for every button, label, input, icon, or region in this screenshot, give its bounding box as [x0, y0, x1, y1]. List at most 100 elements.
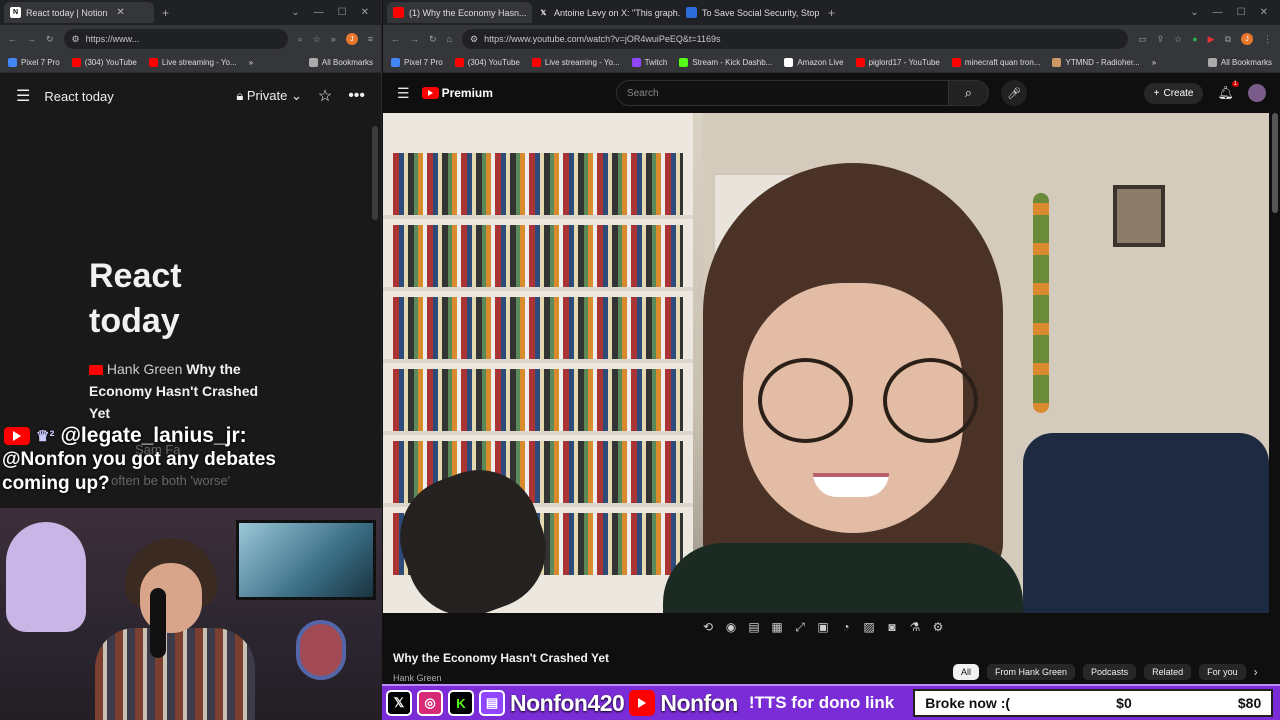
plush-toy-image — [6, 522, 86, 632]
scrollbar[interactable] — [372, 126, 378, 220]
bookmark-item[interactable]: (304) YouTube — [454, 58, 520, 67]
amazon-icon — [784, 58, 794, 67]
forward-icon[interactable]: → — [410, 34, 419, 44]
right-browser-window: (1) Why the Economy Hasn... ✕ 𝕏 Antoine … — [383, 0, 1280, 720]
extensions-icon[interactable]: » — [331, 34, 336, 44]
bookmarks-overflow-icon[interactable]: » — [1152, 58, 1156, 67]
sunflower-garland-image — [1033, 193, 1049, 413]
hamburger-icon[interactable]: ☰ — [16, 86, 30, 106]
chevron-right-icon[interactable]: › — [1254, 664, 1258, 680]
screenshot-icon[interactable]: ◙ — [885, 620, 899, 634]
resize-icon[interactable]: ⤢ — [793, 620, 807, 634]
close-tab-icon[interactable]: ✕ — [116, 7, 124, 18]
bookmark-item[interactable]: minecraft quan tron... — [951, 58, 1040, 67]
bookmark-item[interactable]: (304) YouTube — [71, 58, 137, 67]
profile-icon[interactable]: J — [1241, 33, 1253, 45]
notifications-button[interactable]: 🔔︎ 1 — [1217, 81, 1239, 101]
miniplayer-icon[interactable]: ▣ — [816, 620, 830, 634]
back-icon[interactable]: ← — [391, 34, 400, 44]
extension-icon[interactable]: ● — [1192, 34, 1197, 44]
all-bookmarks[interactable]: All Bookmarks — [1207, 58, 1272, 67]
tab-article[interactable]: To Save Social Security, Stop S... ✕ — [680, 2, 820, 23]
bookmark-star-icon[interactable]: ☆ — [313, 34, 321, 45]
chip-for-you[interactable]: For you — [1199, 664, 1246, 680]
bookmark-star-icon[interactable]: ☆ — [1174, 34, 1182, 45]
bookmark-item[interactable]: Twitch — [631, 58, 667, 67]
extension-icon[interactable]: ▶ — [1208, 34, 1215, 45]
minimize-icon[interactable]: — — [1213, 7, 1223, 18]
channel-name[interactable]: Hank Green — [393, 673, 442, 683]
forward-icon[interactable]: → — [27, 34, 36, 44]
calendar-icon[interactable]: ▦ — [770, 620, 784, 634]
bookmark-item[interactable]: Live streaming - Yo... — [531, 58, 620, 67]
extensions-icon[interactable]: ⧉ — [1225, 34, 1231, 45]
bookmark-item[interactable]: piglord17 - YouTube — [855, 58, 940, 67]
new-tab-icon[interactable]: + — [828, 6, 835, 20]
profile-icon[interactable]: J — [345, 33, 358, 45]
search-input[interactable]: Search — [615, 80, 949, 106]
right-bookmarks-bar: Pixel 7 Pro (304) YouTube Live streaming… — [383, 53, 1280, 73]
bookmark-item[interactable]: Stream - Kick Dashb... — [679, 58, 772, 67]
site-info-icon[interactable]: ⚙ — [470, 34, 478, 45]
home-icon[interactable]: ⌂ — [447, 34, 452, 44]
zoom-icon[interactable]: ⌕ — [298, 34, 303, 45]
search-button[interactable]: ⌕ — [948, 80, 989, 106]
back-icon[interactable]: ← — [8, 34, 17, 44]
speed-icon[interactable]: ◔ — [839, 620, 853, 634]
reload-icon[interactable]: ↻ — [46, 34, 54, 45]
youtube-logo[interactable]: Premium — [421, 86, 493, 100]
tab-search-icon[interactable]: ⌄ — [291, 7, 299, 18]
bookmark-item[interactable]: Pixel 7 Pro — [391, 58, 443, 67]
privacy-dropdown[interactable]: 🔒︎ Private ⌄ — [236, 88, 302, 104]
tab-youtube[interactable]: (1) Why the Economy Hasn... ✕ — [387, 2, 532, 23]
all-bookmarks[interactable]: All Bookmarks — [308, 58, 373, 67]
video-player[interactable] — [383, 113, 1269, 613]
bookmark-item[interactable]: Live streaming - Yo... — [148, 58, 237, 67]
maximize-icon[interactable]: ☐ — [338, 7, 347, 18]
bookmark-item[interactable]: Pixel 7 Pro — [8, 58, 60, 67]
close-window-icon[interactable]: ✕ — [361, 7, 369, 18]
bookmark-item[interactable]: Amazon Live — [784, 58, 844, 67]
menu-icon[interactable]: ≡ — [368, 34, 373, 44]
hamburger-icon[interactable]: ☰ — [397, 85, 410, 102]
settings-gear-icon[interactable]: ⚙ — [931, 620, 945, 634]
minimize-icon[interactable]: — — [314, 7, 324, 18]
pip-icon[interactable]: ▨ — [862, 620, 876, 634]
flask-icon[interactable]: ⚗ — [908, 620, 922, 634]
scrollbar[interactable] — [1272, 113, 1278, 213]
cinema-icon[interactable]: ▤ — [747, 620, 761, 634]
new-tab-icon[interactable]: + — [162, 6, 169, 20]
close-window-icon[interactable]: ✕ — [1260, 7, 1268, 18]
folder-icon — [308, 58, 318, 67]
chip-from-channel[interactable]: From Hank Green — [987, 664, 1076, 680]
avatar[interactable] — [1248, 84, 1266, 102]
chip-related[interactable]: Related — [1144, 664, 1192, 680]
favorite-star-icon[interactable]: ☆ — [318, 86, 332, 106]
masthead-actions: + Create 🔔︎ 1 — [1143, 81, 1266, 104]
chip-podcasts[interactable]: Podcasts — [1083, 664, 1137, 680]
bookmark-item[interactable]: YTMND - Radioher... — [1052, 58, 1140, 67]
tab-x[interactable]: 𝕏 Antoine Levy on X: "This graph... ✕ — [532, 2, 680, 23]
menu-icon[interactable]: ⋮ — [1263, 34, 1272, 45]
site-info-icon[interactable]: ⚙ — [72, 34, 80, 45]
tab-search-icon[interactable]: ⌄ — [1190, 7, 1198, 18]
share-icon[interactable]: ⇪ — [1157, 34, 1165, 45]
bookmarks-overflow-icon[interactable]: » — [249, 58, 253, 67]
notion-video-item[interactable]: Hank Green Why the Economy Hasn't Crashe… — [89, 358, 279, 424]
voice-search-button[interactable]: 🎤︎ — [1000, 80, 1027, 106]
audio-icon[interactable]: ◉ — [724, 620, 738, 634]
youtube-play-icon — [421, 87, 439, 99]
chip-all[interactable]: All — [953, 664, 980, 680]
cast-icon[interactable]: ▭ — [1138, 34, 1147, 45]
create-button[interactable]: + Create — [1143, 82, 1204, 104]
microphone-icon: 🎤︎ — [1006, 87, 1021, 100]
more-options-icon[interactable]: ••• — [348, 87, 365, 105]
reload-icon[interactable]: ↻ — [429, 34, 437, 45]
loop-icon[interactable]: ⟲ — [701, 620, 715, 634]
address-bar[interactable]: ⚙ https://www... — [63, 29, 288, 49]
notion-header: ☰ React today 🔒︎ Private ⌄ ☆ ••• — [0, 73, 381, 119]
goal-label: Broke now :( — [925, 695, 1011, 711]
tab-notion[interactable]: N React today | Notion ✕ — [4, 2, 154, 23]
maximize-icon[interactable]: ☐ — [1237, 7, 1246, 18]
address-bar[interactable]: ⚙ https://www.youtube.com/watch?v=jOR4wu… — [461, 29, 1129, 49]
